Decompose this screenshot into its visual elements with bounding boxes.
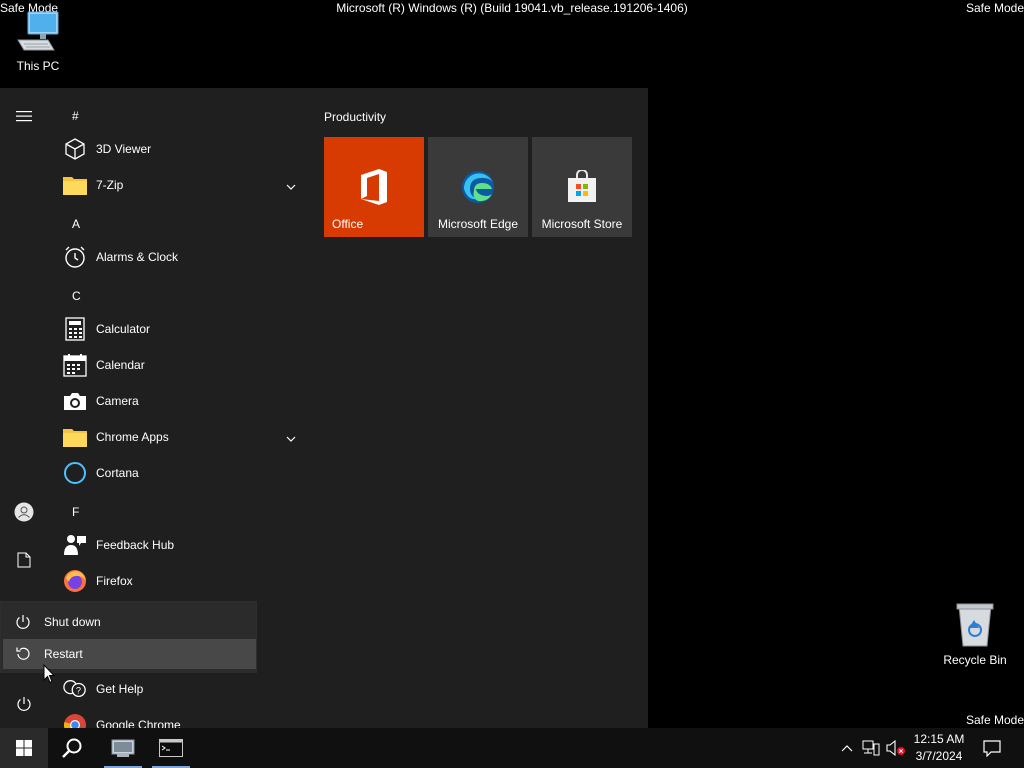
- get-help-icon: ?: [63, 677, 87, 701]
- chrome-icon: [63, 713, 87, 728]
- app-item-firefox[interactable]: Firefox: [48, 563, 308, 599]
- documents-button[interactable]: [0, 540, 48, 580]
- control-panel-icon: [111, 739, 135, 757]
- mouse-cursor-icon: [43, 664, 55, 684]
- app-item-label: Calendar: [96, 358, 145, 372]
- document-icon: [17, 552, 31, 568]
- shut-down-button[interactable]: Shut down: [3, 607, 256, 637]
- clock-time: 12:15 AM: [913, 732, 965, 746]
- search-icon: [62, 738, 82, 758]
- desktop-icon-label: Recycle Bin: [943, 653, 1007, 667]
- app-item-label: Alarms & Clock: [96, 250, 179, 264]
- power-icon: [17, 697, 31, 711]
- alarm-clock-icon: [63, 245, 87, 269]
- cortana-icon: [63, 461, 87, 485]
- desktop-icon-label: This PC: [16, 59, 60, 73]
- app-item-label: Cortana: [96, 466, 139, 480]
- volume-muted-icon: [886, 740, 905, 756]
- tile-microsoft-store[interactable]: Microsoft Store: [532, 137, 632, 237]
- computer-icon: [17, 11, 59, 51]
- app-item-get-help[interactable]: ? Get Help: [48, 671, 308, 707]
- app-list-letter-header[interactable]: C: [72, 289, 81, 303]
- chevron-down-icon[interactable]: [286, 431, 296, 445]
- recycle-bin-icon: [956, 603, 994, 647]
- app-item-chrome-apps[interactable]: Chrome Apps: [48, 419, 308, 455]
- firefox-icon: [63, 569, 87, 593]
- calendar-icon: [63, 353, 87, 377]
- desktop-icon-this-pc[interactable]: This PC: [0, 10, 76, 73]
- chevron-down-icon[interactable]: [286, 179, 296, 193]
- app-item-label: Calculator: [96, 322, 151, 336]
- safe-mode-label-bottom-right: Safe Mode: [965, 713, 1024, 727]
- search-button[interactable]: [48, 728, 96, 768]
- app-item-calculator[interactable]: Calculator: [48, 311, 308, 347]
- app-item-7-zip[interactable]: 7-Zip: [48, 167, 308, 203]
- volume-button[interactable]: [884, 728, 908, 768]
- tile-label: Microsoft Edge: [437, 217, 519, 231]
- restart-label: Restart: [44, 647, 83, 661]
- app-item-label: 3D Viewer: [96, 142, 152, 156]
- app-item-label: Google Chrome: [96, 718, 181, 728]
- app-item-alarms-clock[interactable]: Alarms & Clock: [48, 239, 308, 275]
- app-item-feedback-hub[interactable]: Feedback Hub: [48, 527, 308, 563]
- feedback-hub-icon: [63, 533, 87, 557]
- expand-menu-button[interactable]: [0, 96, 48, 136]
- app-item-label: Chrome Apps: [96, 430, 169, 444]
- restart-button[interactable]: Restart: [3, 639, 256, 669]
- command-prompt-icon: [159, 739, 183, 757]
- folder-icon: [63, 173, 87, 197]
- windows-build-label: Microsoft (R) Windows (R) (Build 19041.v…: [336, 1, 688, 15]
- camera-icon: [63, 389, 87, 413]
- safe-mode-label-top-right: Safe Mode: [965, 1, 1024, 15]
- app-item-label: Feedback Hub: [96, 538, 175, 552]
- network-button[interactable]: [860, 728, 882, 768]
- tile-label: Microsoft Store: [541, 217, 623, 231]
- network-icon: [862, 740, 880, 756]
- app-item-cortana[interactable]: Cortana: [48, 455, 308, 491]
- power-options-menu: Shut down Restart: [0, 601, 257, 673]
- hamburger-icon: [16, 111, 32, 122]
- user-avatar-icon: [14, 502, 34, 522]
- taskbar-app-command-prompt[interactable]: [148, 728, 194, 768]
- tile-label: Office: [332, 217, 364, 231]
- app-item-label: Camera: [96, 394, 139, 408]
- app-list-letter-header[interactable]: #: [72, 109, 79, 123]
- desktop-icon-recycle-bin[interactable]: Recycle Bin: [937, 600, 1013, 667]
- windows-logo-icon: [16, 740, 32, 756]
- tile-office[interactable]: Office: [324, 137, 424, 237]
- taskbar-clock[interactable]: 12:15 AM 3/7/2024: [906, 731, 972, 765]
- app-item-camera[interactable]: Camera: [48, 383, 308, 419]
- app-item-calendar[interactable]: Calendar: [48, 347, 308, 383]
- taskbar: 12:15 AM 3/7/2024: [0, 728, 1024, 768]
- svg-text:?: ?: [76, 686, 81, 696]
- restart-icon: [16, 647, 30, 660]
- start-button[interactable]: [0, 728, 48, 768]
- tile-microsoft-edge[interactable]: Microsoft Edge: [428, 137, 528, 237]
- taskbar-app-control-panel[interactable]: [100, 728, 146, 768]
- chevron-up-icon: [841, 745, 853, 752]
- calculator-icon: [63, 317, 87, 341]
- edge-icon: [458, 167, 498, 207]
- action-center-button[interactable]: [976, 728, 1008, 768]
- app-list-letter-header[interactable]: A: [72, 217, 80, 231]
- app-item-3d-viewer[interactable]: 3D Viewer: [48, 131, 308, 167]
- show-hidden-icons-button[interactable]: [836, 728, 858, 768]
- power-icon: [16, 615, 30, 629]
- 3d-cube-icon: [63, 137, 87, 161]
- store-icon: [562, 167, 602, 207]
- app-item-google-chrome[interactable]: Google Chrome: [48, 707, 308, 728]
- shut-down-label: Shut down: [44, 615, 101, 629]
- app-item-label: Firefox: [96, 574, 133, 588]
- tiles-group-title[interactable]: Productivity: [324, 110, 386, 124]
- app-item-label: Get Help: [96, 682, 144, 696]
- user-account-button[interactable]: [0, 492, 48, 532]
- folder-icon: [63, 425, 87, 449]
- clock-date: 3/7/2024: [915, 749, 963, 763]
- app-item-label: 7-Zip: [96, 178, 124, 192]
- app-list-letter-header[interactable]: F: [72, 505, 79, 519]
- notifications-icon: [983, 739, 1001, 757]
- power-button[interactable]: [0, 684, 48, 724]
- office-icon: [354, 167, 394, 207]
